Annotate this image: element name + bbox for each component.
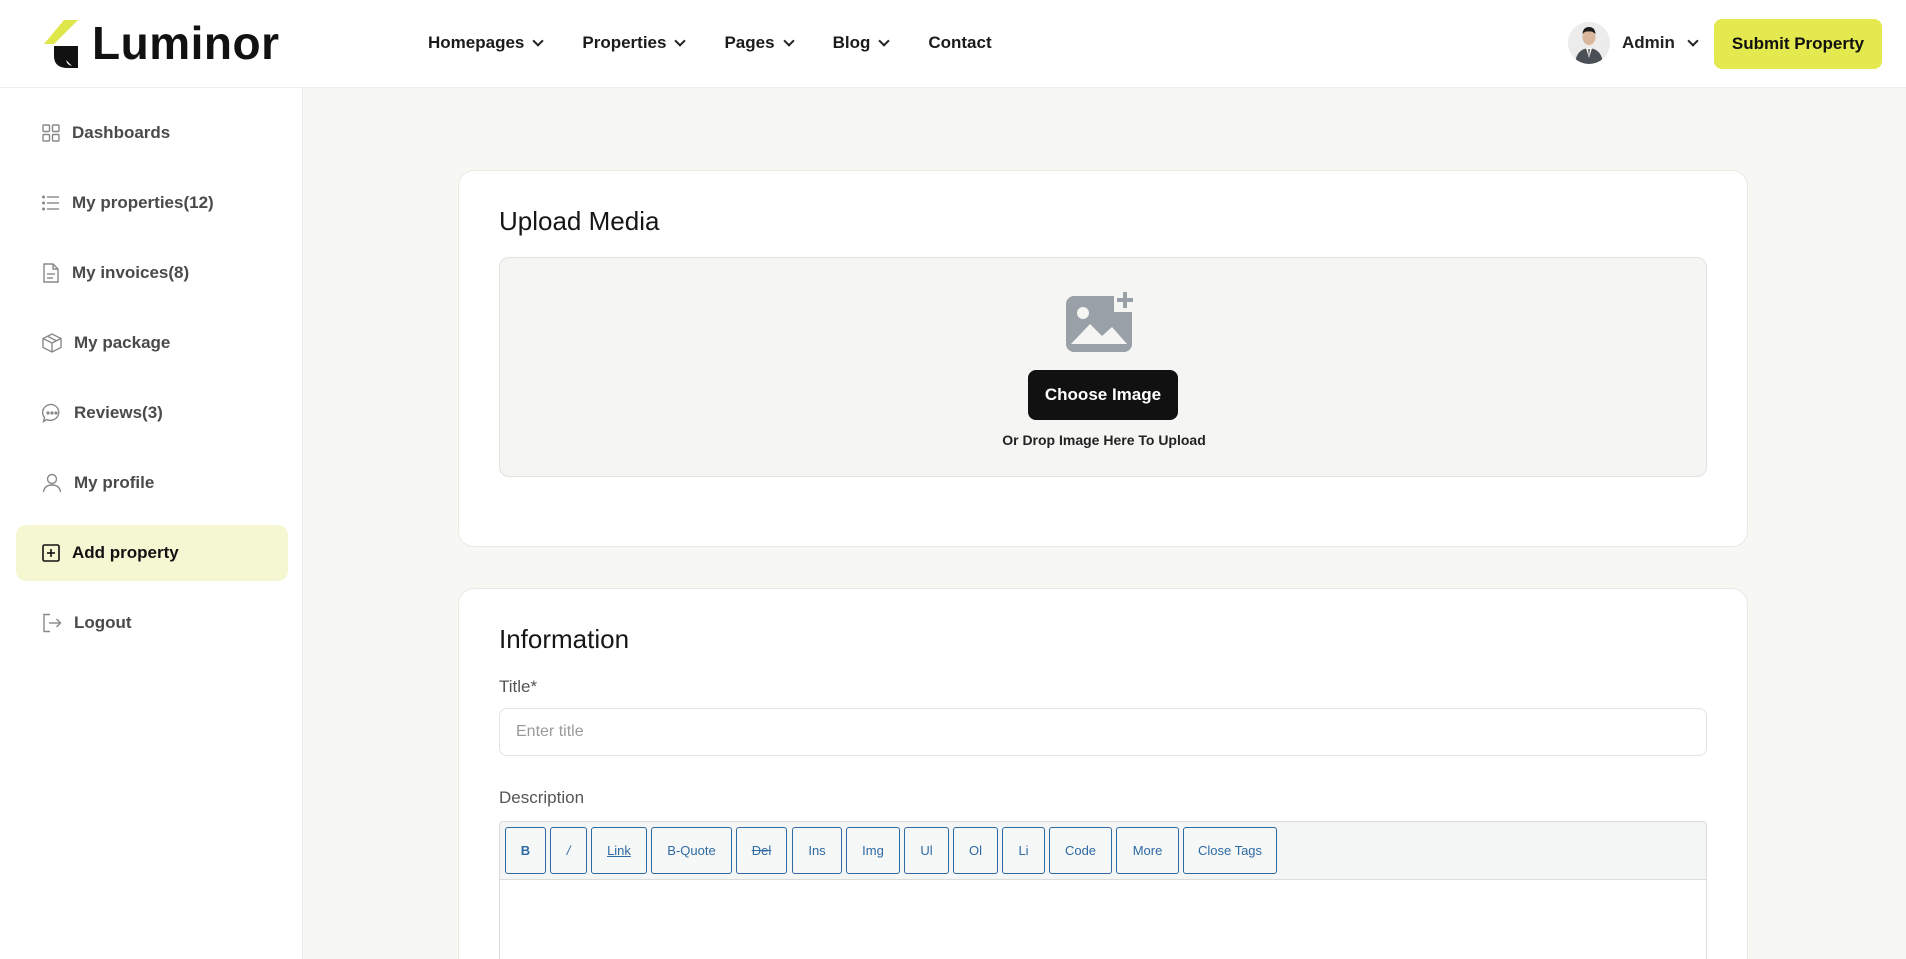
- submit-property-button[interactable]: Submit Property: [1714, 19, 1882, 69]
- logout-icon: [43, 613, 62, 633]
- chevron-down-icon: [532, 34, 545, 47]
- code-button[interactable]: Code: [1049, 827, 1112, 874]
- description-textarea[interactable]: [499, 879, 1707, 959]
- upload-media-card: Upload Media Choose Image Or Drop Image …: [458, 170, 1748, 547]
- sidebar-item-my-package[interactable]: My package: [16, 315, 288, 371]
- sidebar-item-label: My invoices(8): [72, 263, 190, 282]
- nav-pages[interactable]: Pages: [724, 30, 795, 56]
- close-tags-button[interactable]: Close Tags: [1183, 827, 1277, 874]
- nav-contact[interactable]: Contact: [928, 30, 991, 56]
- information-title: Information: [499, 624, 630, 654]
- add-image-icon: [1066, 290, 1136, 352]
- sidebar-item-my-profile[interactable]: My profile: [16, 455, 288, 511]
- logo-mark-icon: [44, 20, 78, 68]
- top-header: Luminor Homepages Properties Pages Blog …: [0, 0, 1906, 88]
- sidebar-item-my-properties[interactable]: My properties(12): [16, 175, 288, 231]
- nav-homepages-label: Homepages: [428, 33, 525, 52]
- sidebar-item-label: My package: [74, 333, 171, 352]
- image-drop-zone[interactable]: Choose Image Or Drop Image Here To Uploa…: [499, 257, 1707, 477]
- document-icon: [43, 263, 59, 283]
- nav-blog[interactable]: Blog: [832, 30, 891, 56]
- blockquote-button[interactable]: B-Quote: [651, 827, 732, 874]
- sidebar: Dashboards My properties(12) My invoices…: [0, 88, 303, 959]
- nav-homepages[interactable]: Homepages: [428, 30, 545, 56]
- chevron-down-icon: [674, 34, 687, 47]
- main-nav: Homepages Properties Pages Blog Contact: [428, 30, 992, 56]
- sidebar-item-add-property[interactable]: Add property: [16, 525, 288, 581]
- user-menu[interactable]: Admin: [1568, 22, 1699, 64]
- brand-logo[interactable]: Luminor: [42, 18, 279, 68]
- sidebar-item-label: Add property: [72, 543, 179, 562]
- grid-icon: [42, 124, 60, 142]
- description-field-label: Description: [499, 788, 585, 807]
- bold-button[interactable]: B: [505, 827, 546, 874]
- sidebar-item-label: Logout: [74, 613, 132, 632]
- brand-name: Luminor: [92, 17, 280, 69]
- chevron-down-icon: [878, 34, 891, 47]
- ol-button[interactable]: Ol: [953, 827, 998, 874]
- editor-toolbar: B / Link B-Quote Del Ins Img Ul Ol Li Co…: [499, 821, 1707, 879]
- sidebar-item-dashboards[interactable]: Dashboards: [16, 105, 288, 161]
- sidebar-item-label: My profile: [74, 473, 155, 492]
- more-button[interactable]: More: [1116, 827, 1179, 874]
- sidebar-item-label: My properties(12): [72, 193, 214, 212]
- li-button[interactable]: Li: [1002, 827, 1045, 874]
- nav-contact-label: Contact: [928, 33, 992, 52]
- information-card: Information Title* Description B / Link …: [458, 588, 1748, 959]
- nav-properties[interactable]: Properties: [582, 30, 687, 56]
- nav-blog-label: Blog: [832, 33, 871, 52]
- choose-image-button[interactable]: Choose Image: [1028, 370, 1178, 420]
- list-icon: [42, 195, 59, 211]
- img-button[interactable]: Img: [846, 827, 900, 874]
- sidebar-item-reviews[interactable]: Reviews(3): [16, 385, 288, 441]
- sidebar-item-logout[interactable]: Logout: [16, 595, 288, 651]
- nav-properties-label: Properties: [582, 33, 667, 52]
- chat-icon: [42, 403, 60, 423]
- sidebar-item-label: Dashboards: [72, 123, 171, 142]
- avatar: [1568, 22, 1610, 64]
- ul-button[interactable]: Ul: [904, 827, 949, 874]
- nav-pages-label: Pages: [724, 33, 775, 52]
- user-name: Admin: [1622, 33, 1675, 52]
- chevron-down-icon: [782, 34, 795, 47]
- del-button[interactable]: Del: [736, 827, 787, 874]
- title-field-label: Title*: [499, 677, 538, 696]
- drop-hint-text: Or Drop Image Here To Upload: [1002, 432, 1206, 448]
- link-button[interactable]: Link: [591, 827, 647, 874]
- plus-square-icon: [42, 544, 60, 562]
- upload-media-title: Upload Media: [499, 206, 660, 236]
- italic-button[interactable]: /: [550, 827, 587, 874]
- ins-button[interactable]: Ins: [792, 827, 842, 874]
- sidebar-item-label: Reviews(3): [74, 403, 163, 422]
- chevron-down-icon: [1687, 34, 1699, 47]
- sidebar-item-my-invoices[interactable]: My invoices(8): [16, 245, 288, 301]
- title-input[interactable]: [499, 708, 1707, 756]
- box-icon: [42, 333, 62, 353]
- user-icon: [42, 473, 62, 493]
